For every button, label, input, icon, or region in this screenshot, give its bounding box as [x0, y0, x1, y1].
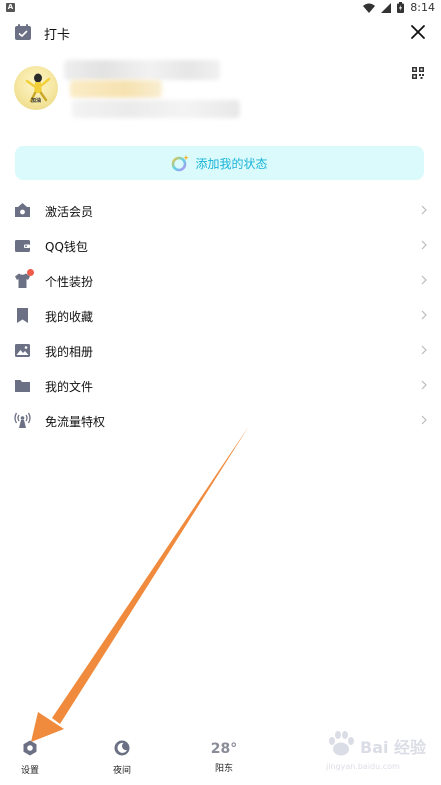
album-icon [15, 344, 30, 357]
clock: 8:14 [410, 1, 435, 14]
chevron-right-icon [421, 205, 427, 215]
close-icon[interactable] [409, 23, 427, 41]
menu-item-album[interactable]: 我的相册 [0, 333, 441, 368]
chevron-right-icon [421, 345, 427, 355]
folder-icon [15, 380, 30, 392]
add-status-label: 添加我的状态 [195, 156, 268, 171]
menu-item-files[interactable]: 我的文件 [0, 368, 441, 403]
menu-label: QQ钱包 [45, 240, 88, 254]
status-ring-icon [172, 155, 190, 172]
menu-item-dressup[interactable]: 个性装扮 [0, 263, 441, 298]
battery-icon [397, 2, 405, 13]
paw-logo-icon [329, 731, 354, 756]
menu-item-wallet[interactable]: QQ钱包 [0, 228, 441, 263]
menu-item-member[interactable]: 激活会员 [0, 193, 441, 228]
menu-label: 我的收藏 [45, 310, 94, 324]
weather-button[interactable]: 28° 阳东 [194, 740, 254, 774]
drawer-menu: 激活会员 QQ钱包 个性装扮 我的收藏 我的相册 我的文件 免流量特权 [0, 193, 441, 438]
antenna-icon [14, 412, 31, 428]
settings-gear-icon [23, 740, 37, 756]
watermark-url: jingyan.baidu.com [326, 762, 400, 771]
calendar-checkin-icon[interactable] [14, 23, 32, 41]
menu-label: 我的相册 [45, 345, 94, 359]
baidu-watermark: Bai 经验 jingyan.baidu.com [322, 728, 434, 774]
night-label: 夜间 [112, 766, 131, 776]
moon-icon [114, 740, 130, 756]
qr-code-icon[interactable] [412, 67, 424, 79]
menu-label: 个性装扮 [45, 275, 94, 289]
notification-app-icon: A [6, 3, 15, 12]
menu-item-favorites[interactable]: 我的收藏 [0, 298, 441, 333]
status-bar: A 8:14 [0, 0, 441, 16]
add-status-button[interactable]: 添加我的状态 [15, 146, 424, 180]
menu-label: 免流量特权 [45, 415, 106, 429]
new-badge-dot [27, 269, 34, 276]
menu-label: 激活会员 [45, 205, 94, 219]
wallet-icon [15, 240, 30, 252]
signal-icon [381, 2, 392, 13]
chevron-right-icon [421, 275, 427, 285]
drawer-header: 打卡 [0, 18, 441, 48]
avatar-caption: 加油 [30, 98, 41, 104]
night-mode-button[interactable]: 夜间 [92, 740, 152, 776]
settings-button[interactable]: 设置 [0, 740, 60, 776]
avatar[interactable]: 加油 [14, 66, 58, 110]
weather-city: 阳东 [214, 764, 233, 774]
chevron-right-icon [421, 415, 427, 425]
menu-item-free-data[interactable]: 免流量特权 [0, 403, 441, 438]
chevron-right-icon [421, 380, 427, 390]
chevron-right-icon [421, 310, 427, 320]
signature-blurred [72, 100, 240, 118]
level-blurred [70, 80, 162, 98]
weather-temperature: 28° [210, 741, 238, 757]
menu-label: 我的文件 [45, 380, 94, 394]
member-icon [15, 203, 30, 217]
nickname-blurred [64, 60, 220, 80]
checkin-label[interactable]: 打卡 [44, 24, 70, 43]
wifi-icon [363, 3, 376, 13]
chevron-right-icon [421, 240, 427, 250]
watermark-text: Bai 经验 [360, 738, 427, 757]
settings-label: 设置 [20, 766, 39, 776]
bookmark-icon [17, 308, 28, 323]
